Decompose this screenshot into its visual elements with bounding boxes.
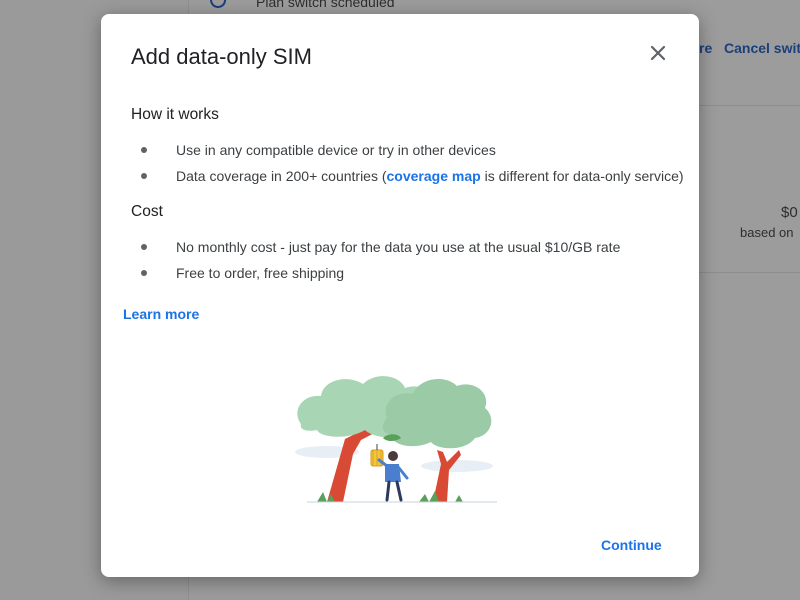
section-heading-how-it-works: How it works	[131, 106, 219, 123]
bullet	[141, 147, 147, 153]
section-heading-cost: Cost	[131, 203, 163, 220]
plan-switch-status: Plan switch scheduled	[256, 0, 395, 10]
continue-button[interactable]: Continue	[601, 537, 662, 553]
bullet	[141, 173, 147, 179]
sync-icon	[210, 0, 226, 8]
list-item: Free to order, free shipping	[176, 265, 345, 281]
coverage-text-prefix: Data coverage in 200+ countries (	[176, 168, 387, 184]
learn-more-link[interactable]: Learn more	[123, 306, 199, 322]
bullet	[141, 270, 147, 276]
price-note: based on	[740, 225, 794, 240]
dialog-title: Add data-only SIM	[131, 44, 312, 69]
bullet	[141, 244, 147, 250]
coverage-map-link[interactable]: coverage map	[387, 168, 481, 184]
list-item: Use in any compatible device or try in o…	[176, 142, 496, 158]
list-item: No monthly cost - just pay for the data …	[176, 239, 621, 255]
add-data-sim-dialog: Add data-only SIM How it works Use in an…	[101, 14, 699, 577]
close-icon[interactable]	[645, 40, 671, 66]
price-value: $0	[781, 204, 798, 221]
list-item: Data coverage in 200+ countries (coverag…	[176, 168, 684, 184]
background-action-link[interactable]: re	[699, 40, 712, 56]
person-with-trees-illustration	[295, 376, 497, 503]
cancel-switch-link[interactable]: Cancel switc	[724, 40, 800, 56]
coverage-text-suffix: is different for data-only service)	[480, 168, 684, 184]
